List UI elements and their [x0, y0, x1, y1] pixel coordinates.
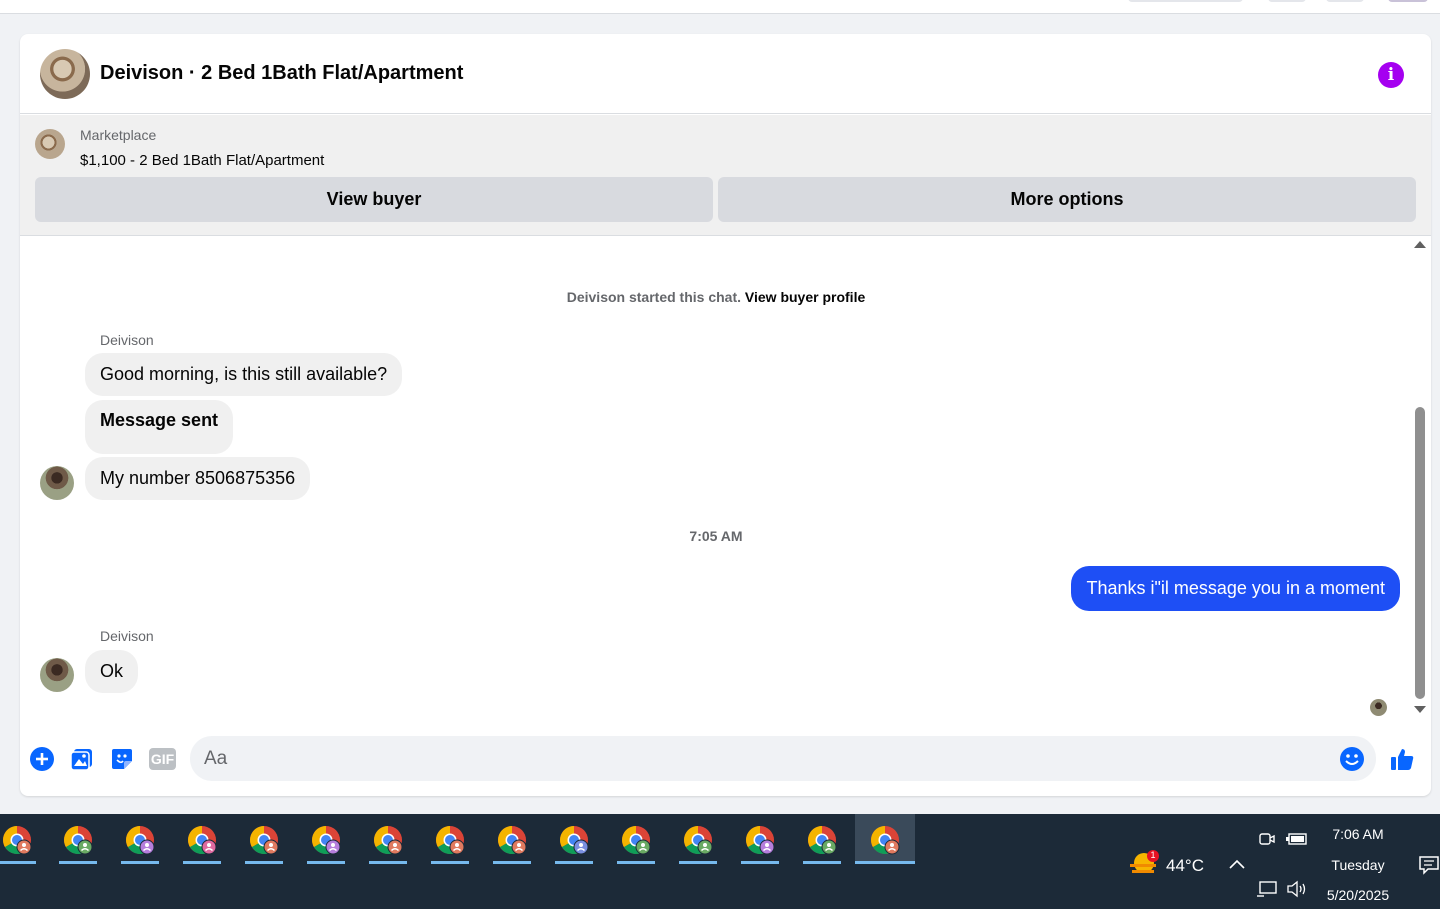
- more-options-button[interactable]: More options: [718, 177, 1416, 222]
- weather-temperature[interactable]: 44°C: [1166, 856, 1204, 876]
- message-input-wrapper: [190, 736, 1376, 781]
- chat-header: Deivison · 2 Bed 1Bath Flat/Apartment i: [20, 34, 1431, 114]
- chrome-taskbar-icon[interactable]: [549, 814, 599, 864]
- chat-start-text: Deivison started this chat.: [566, 289, 742, 305]
- clock-day[interactable]: Tuesday: [1318, 857, 1398, 873]
- marketplace-panel: Marketplace $1,100 - 2 Bed 1Bath Flat/Ap…: [20, 115, 1431, 236]
- weather-badge: 1: [1150, 850, 1156, 860]
- meet-now-icon[interactable]: [1258, 830, 1276, 848]
- message-input[interactable]: [204, 736, 1324, 781]
- chrome-taskbar-icon[interactable]: [425, 814, 475, 864]
- sender-avatar[interactable]: [40, 658, 74, 692]
- chrome-taskbar-icon[interactable]: [487, 814, 537, 864]
- volume-icon[interactable]: [1286, 880, 1308, 898]
- gif-icon[interactable]: GIF: [149, 748, 176, 770]
- network-icon[interactable]: [1256, 880, 1278, 898]
- chat-title[interactable]: Deivison · 2 Bed 1Bath Flat/Apartment: [100, 62, 463, 85]
- chat-window: Deivison · 2 Bed 1Bath Flat/Apartment i …: [20, 34, 1431, 796]
- chrome-taskbar-icon[interactable]: [301, 814, 351, 864]
- chevron-up-icon[interactable]: [1228, 858, 1246, 870]
- top-pill: [1128, 0, 1243, 2]
- outgoing-message[interactable]: Thanks i"il message you in a moment: [1071, 566, 1400, 611]
- thread-scrollbar[interactable]: [1412, 237, 1429, 727]
- message-thread: Deivison started this chat. View buyer p…: [20, 237, 1431, 727]
- seen-avatar: [1370, 699, 1387, 716]
- incoming-message[interactable]: Good morning, is this still available?: [85, 353, 403, 396]
- battery-icon[interactable]: [1286, 832, 1308, 846]
- info-icon[interactable]: i: [1378, 62, 1404, 88]
- scroll-down-arrow[interactable]: [1414, 706, 1426, 713]
- chrome-taskbar-icon[interactable]: [115, 814, 165, 864]
- thumbs-up-icon[interactable]: [1389, 746, 1415, 772]
- incoming-message[interactable]: Message sent: [85, 400, 234, 454]
- top-strip: [0, 0, 1440, 14]
- top-avatar[interactable]: [1388, 0, 1428, 2]
- sender-name: Deivison: [100, 628, 154, 644]
- clock-date[interactable]: 5/20/2025: [1318, 887, 1398, 903]
- chat-start-notice: Deivison started this chat. View buyer p…: [20, 289, 1412, 305]
- chrome-taskbar-icon[interactable]: [53, 814, 103, 864]
- sender-name: Deivison: [100, 332, 154, 348]
- incoming-message[interactable]: My number 8506875356: [85, 457, 311, 500]
- listing-price[interactable]: $1,100 - 2 Bed 1Bath Flat/Apartment: [80, 152, 324, 169]
- notifications-icon[interactable]: [1418, 854, 1440, 876]
- chrome-taskbar-icon[interactable]: [735, 814, 785, 864]
- marketplace-label: Marketplace: [80, 127, 157, 143]
- plus-icon[interactable]: [29, 746, 55, 772]
- chrome-taskbar-icon[interactable]: [177, 814, 227, 864]
- message-timestamp: 7:05 AM: [689, 528, 743, 544]
- incoming-message[interactable]: Ok: [85, 650, 139, 693]
- view-buyer-button[interactable]: View buyer: [35, 177, 713, 222]
- sticker-icon[interactable]: [109, 746, 135, 772]
- windows-taskbar: 1 44°C 7:06 AM Tuesday 5/20/2025: [0, 814, 1440, 909]
- sender-avatar[interactable]: [40, 466, 74, 500]
- chrome-taskbar-icon[interactable]: [673, 814, 723, 864]
- photo-icon[interactable]: [69, 746, 95, 772]
- scroll-thumb[interactable]: [1415, 407, 1425, 699]
- chrome-taskbar-icon[interactable]: [611, 814, 661, 864]
- chrome-taskbar-icon[interactable]: [363, 814, 413, 864]
- message-composer: GIF: [20, 734, 1431, 784]
- listing-avatar[interactable]: [40, 49, 90, 99]
- chrome-taskbar-icon[interactable]: [239, 814, 289, 864]
- chrome-taskbar-icon[interactable]: [855, 814, 915, 864]
- chrome-taskbar-icon[interactable]: [797, 814, 847, 864]
- top-pill: [1268, 0, 1306, 2]
- view-buyer-profile-link[interactable]: View buyer profile: [745, 289, 865, 305]
- scroll-up-arrow[interactable]: [1414, 241, 1426, 248]
- emoji-icon[interactable]: [1339, 746, 1365, 772]
- clock-time[interactable]: 7:06 AM: [1318, 826, 1398, 842]
- listing-thumbnail[interactable]: [35, 129, 65, 159]
- top-pill: [1326, 0, 1364, 2]
- chrome-taskbar-icon[interactable]: [0, 814, 42, 864]
